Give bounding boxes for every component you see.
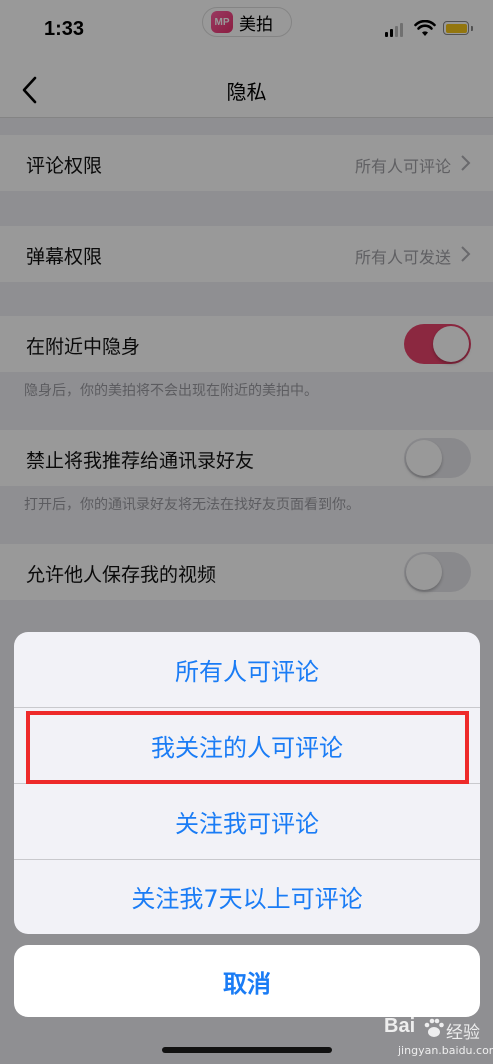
watermark-brand: Bai bbox=[384, 1015, 416, 1037]
sheet-option-everyone[interactable]: 所有人可评论 bbox=[14, 632, 480, 707]
highlight-annotation bbox=[26, 711, 469, 784]
home-indicator bbox=[162, 1047, 332, 1053]
watermark-text: 经验 bbox=[446, 1023, 480, 1043]
watermark-url: jingyan.baidu.com bbox=[398, 1044, 493, 1057]
watermark: Bai 经验 jingyan.baidu.com bbox=[384, 1015, 493, 1060]
paw-icon bbox=[424, 1018, 444, 1037]
sheet-option-my-followers[interactable]: 关注我可评论 bbox=[14, 784, 480, 859]
sheet-option-followers-7-days[interactable]: 关注我7天以上可评论 bbox=[14, 859, 480, 934]
cancel-button[interactable]: 取消 bbox=[14, 945, 480, 1017]
